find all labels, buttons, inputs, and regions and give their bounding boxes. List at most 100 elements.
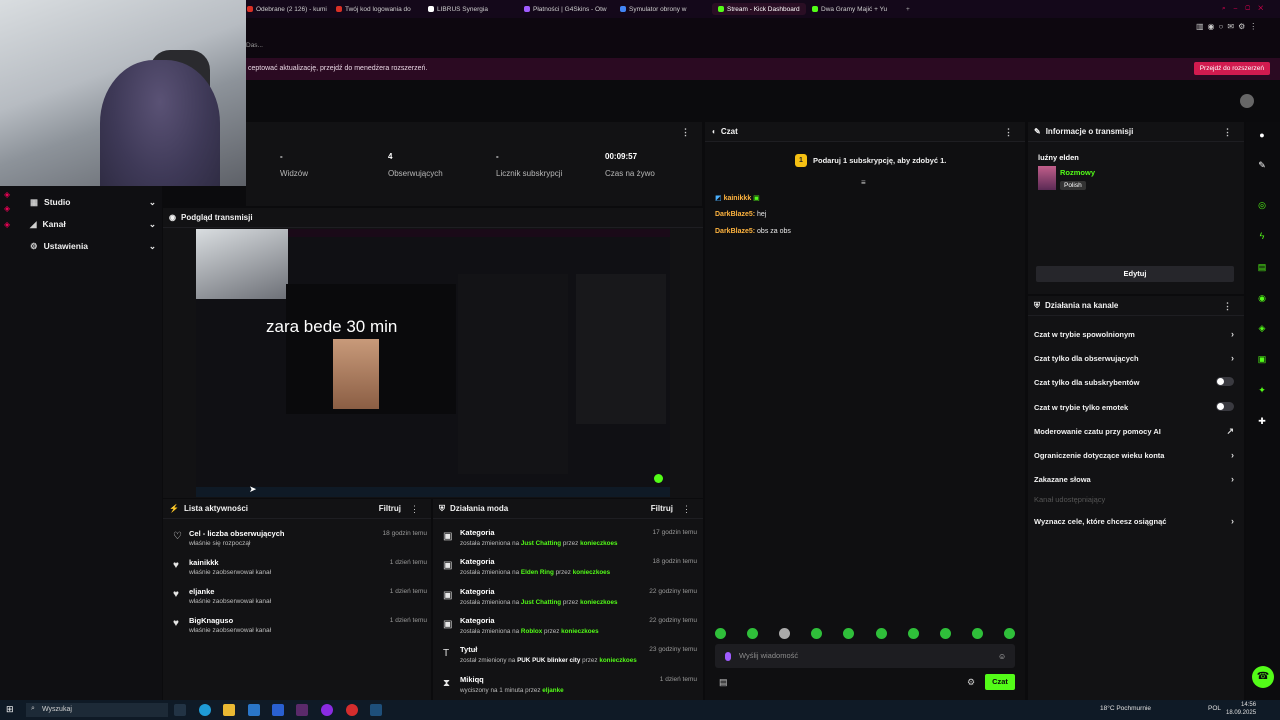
browser-tab[interactable]: Symulator obrony w [620,3,706,15]
add-widget-icon[interactable]: ✚ [1256,416,1268,428]
emote-icon[interactable] [779,628,791,639]
grid-icon: ▦ [30,196,39,207]
browser-tab-active[interactable]: Stream - Kick Dashboard [712,3,806,15]
clock[interactable]: 14:56 18.09.2025 [1226,701,1256,717]
emoji-icon[interactable]: ☺ [998,652,1006,661]
pinned-toggle-icon[interactable]: ≡ [861,178,866,187]
chat-input[interactable]: Wyślij wiadomość [715,644,1015,668]
avatar[interactable] [1240,94,1254,108]
preview-taskbar [196,487,670,497]
shield-icon: ⛨ [439,503,445,513]
browser-tab[interactable]: Odebrane (2 126) - kumi [247,3,331,15]
taskbar-search-input[interactable]: Wyszukaj [26,703,168,717]
action-slow-mode[interactable]: Czat w trybie spowolnionym › [1034,329,1238,339]
go-to-extensions-button[interactable]: Przejdź do rozszerzeń [1193,62,1270,75]
chevron-right-icon: › [1231,516,1234,526]
edit-info-button[interactable]: Edytuj [1036,266,1234,282]
emote-icon[interactable] [843,628,855,639]
gear-icon[interactable]: ⚙ [967,677,975,688]
sidebar-strip-icon[interactable]: ◈ [4,220,14,230]
window-controls[interactable]: ⌕–▢✕ [1222,3,1272,15]
edge-icon[interactable] [199,704,211,716]
chat-bubble-icon[interactable]: ◉ [1256,293,1268,305]
action-ai-moderation[interactable]: Moderowanie czatu przy pomocy AI ↗ [1034,426,1238,436]
info-icon[interactable]: ● [1256,130,1268,142]
sidebar-item-ustawienia[interactable]: ⚙ Ustawienia ⌄ [30,237,156,255]
emote-icon[interactable] [971,628,983,639]
file-explorer-icon[interactable] [223,704,235,716]
action-channel-sharing: Kanał udostępniający [1034,495,1106,504]
mod-action-row: ⧗ Mikiqq wyciszony na 1 minuta przez elj… [443,675,697,694]
emote-only-toggle[interactable] [1216,402,1234,411]
sidebar-item-kanal[interactable]: ◢ Kanał ⌄ [30,215,156,233]
stat-live-time: 00:09:57 Czas na żywo [605,152,655,178]
sidebar-strip-icon[interactable]: ◈ [4,204,14,214]
sidebar-strip-icon[interactable]: ◈ [4,190,14,200]
action-set-goals[interactable]: Wyznacz cele, które chcesz osiągnąć › [1034,516,1238,526]
store-icon[interactable] [248,704,260,716]
active-app-icon[interactable] [296,704,308,716]
chevron-right-icon: › [1231,329,1234,339]
action-followers-only[interactable]: Czat tylko dla obserwujących › [1034,353,1238,363]
category-icon: ▣ [443,560,453,571]
more-icon[interactable]: ⋮ [1223,301,1232,312]
mod-filter-button[interactable]: Filtruj [651,504,673,513]
bolt-icon[interactable]: ϟ [1256,231,1268,243]
more-icon[interactable]: ⋮ [410,504,419,515]
steam-icon[interactable] [370,704,382,716]
weather-widget[interactable]: 18°C Pochmurnie [1100,705,1151,712]
stream-category[interactable]: Rozmowy [1060,168,1095,177]
browser-tab[interactable]: Twój kod logowania do [336,3,420,15]
new-tab-icon[interactable]: + [906,3,914,15]
right-tool-rail: ● ✎ ◎ ϟ ▤ ◉ ◈ ▣ ✦ ✚ ☎ [1246,122,1280,700]
pencil-icon[interactable]: ✎ [1256,160,1268,172]
language-indicator[interactable]: POL [1208,705,1221,712]
emote-bar [715,628,1015,642]
activity-filter-button[interactable]: Filtruj [379,504,401,513]
opera-icon[interactable] [321,704,333,716]
emote-icon[interactable] [875,628,887,639]
action-account-age[interactable]: Ograniczenie dotyczące wieku konta › [1034,450,1238,460]
wrench-icon[interactable]: ✦ [1256,385,1268,397]
app-icon[interactable] [272,704,284,716]
channel-actions-panel: ⛨ Działania na kanale ⋮ Czat w trybie spow… [1028,296,1244,700]
megaphone-icon: ◢ [30,218,37,229]
activity-row: ♥ BigKnaguso właśnie zaobserwował kanał … [173,616,427,634]
preview-info [576,274,666,424]
help-chat-icon[interactable]: ☎ [1252,666,1274,688]
windows-start-icon[interactable]: ⊞ [6,704,14,715]
emote-icon[interactable] [715,628,726,639]
emote-icon[interactable] [811,628,823,639]
gift-sub-banner[interactable]: 1 Podaruj 1 subskrypcję, aby zdobyć 1. [795,154,946,167]
mod-action-row: ▣ Kategoria została zmieniona na Elden R… [443,557,697,576]
stat-viewers: - Widzów [280,152,309,178]
more-icon[interactable]: ⋮ [681,127,690,138]
stream-preview-video[interactable]: zara bede 30 min [196,229,670,497]
sidebar-item-studio[interactable]: ▦ Studio ⌄ [30,193,156,211]
emote-icon[interactable] [747,628,759,639]
more-icon[interactable]: ⋮ [682,504,691,515]
send-chat-button[interactable]: Czat [985,674,1015,690]
chrome-icon[interactable] [346,704,358,716]
browser-tab[interactable]: Płatności | G4Skins - Otw [524,3,610,15]
emote-icon[interactable] [907,628,919,639]
stat-followers: 4 Obserwujących [388,152,443,178]
target-icon[interactable]: ◎ [1256,200,1268,212]
task-view-icon[interactable] [174,704,186,716]
mod-action-row: ▣ Kategoria została zmieniona na Roblox … [443,616,697,635]
clipboard-icon[interactable]: ▤ [1256,262,1268,274]
browser-tab[interactable]: LIBRUS Synergia [428,3,512,15]
chat-settings-icon[interactable]: ▤ [719,677,728,688]
broadcast-icon[interactable]: ◈ [1256,323,1268,335]
subscribers-only-toggle[interactable] [1216,377,1234,386]
layout-icon[interactable]: ▣ [1256,354,1268,366]
more-icon[interactable]: ⋮ [1004,127,1013,138]
browser-tab[interactable]: Dwa Gramy Majić + Yu [812,3,902,15]
more-icon[interactable]: ⋮ [1223,127,1232,138]
extensions-icons[interactable]: ▥◉○✉⚙⋮ [1196,22,1261,31]
chat-message: DarkBlaze5: hej [715,211,767,218]
search-icon: ⌕ [31,705,35,712]
emote-icon[interactable] [1003,628,1015,639]
action-banned-words[interactable]: Zakazane słowa › [1034,474,1238,484]
emote-icon[interactable] [939,628,951,639]
